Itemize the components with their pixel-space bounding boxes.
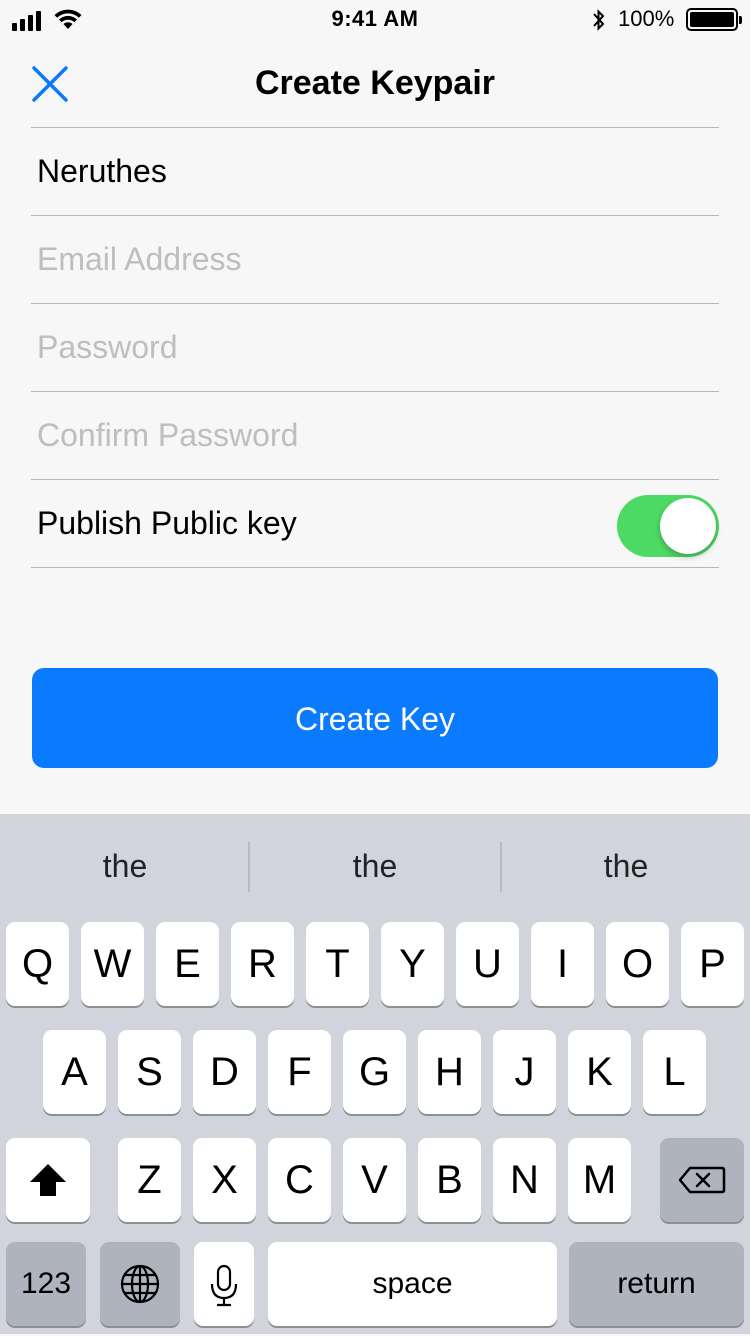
key-r[interactable]: R (231, 922, 294, 1006)
shift-key[interactable] (6, 1138, 90, 1222)
name-row (31, 127, 719, 215)
space-key[interactable]: space (268, 1242, 557, 1326)
publish-label: Publish Public key (37, 505, 297, 541)
email-row (31, 215, 719, 303)
bluetooth-icon (593, 9, 605, 31)
backspace-icon (678, 1166, 726, 1194)
suggestion-item[interactable]: the (502, 814, 750, 918)
page-title: Create Keypair (254, 64, 495, 102)
key-m[interactable]: M (568, 1138, 631, 1222)
key-q[interactable]: Q (6, 922, 69, 1006)
name-field[interactable] (31, 153, 719, 190)
key-v[interactable]: V (343, 1138, 406, 1222)
password-row (31, 303, 719, 391)
shift-icon (30, 1164, 66, 1196)
key-d[interactable]: D (193, 1030, 256, 1114)
key-c[interactable]: C (268, 1138, 331, 1222)
numbers-key[interactable]: 123 (6, 1242, 86, 1326)
key-l[interactable]: L (643, 1030, 706, 1114)
key-o[interactable]: O (606, 922, 669, 1006)
key-w[interactable]: W (81, 922, 144, 1006)
key-z[interactable]: Z (118, 1138, 181, 1222)
key-s[interactable]: S (118, 1030, 181, 1114)
status-bar: 9:41 AM 100% (0, 0, 750, 40)
keypair-form: Publish Public key (31, 127, 719, 568)
key-t[interactable]: T (306, 922, 369, 1006)
password-field[interactable] (31, 329, 719, 366)
suggestion-bar: the the the (0, 814, 750, 918)
key-a[interactable]: A (43, 1030, 106, 1114)
key-y[interactable]: Y (381, 922, 444, 1006)
create-key-button[interactable]: Create Key (32, 668, 718, 768)
email-field[interactable] (31, 241, 719, 278)
key-f[interactable]: F (268, 1030, 331, 1114)
keyboard: the the the Q W E R T Y U I O P A S D F … (0, 814, 750, 1334)
key-j[interactable]: J (493, 1030, 556, 1114)
delete-key[interactable] (660, 1138, 744, 1222)
publish-row: Publish Public key (31, 479, 719, 568)
globe-key[interactable] (100, 1242, 180, 1326)
confirm-password-row (31, 391, 719, 479)
key-k[interactable]: K (568, 1030, 631, 1114)
battery-icon (686, 8, 742, 31)
key-h[interactable]: H (418, 1030, 481, 1114)
microphone-icon (210, 1264, 238, 1307)
nav-bar: Create Keypair (0, 40, 750, 128)
suggestion-item[interactable]: the (250, 814, 500, 918)
key-b[interactable]: B (418, 1138, 481, 1222)
suggestion-item[interactable]: the (0, 814, 250, 918)
key-e[interactable]: E (156, 922, 219, 1006)
microphone-key[interactable] (194, 1242, 254, 1326)
key-i[interactable]: I (531, 922, 594, 1006)
globe-icon (120, 1264, 160, 1304)
publish-toggle[interactable] (617, 495, 719, 557)
key-g[interactable]: G (343, 1030, 406, 1114)
confirm-password-field[interactable] (31, 417, 719, 454)
battery-percent: 100% (618, 6, 675, 31)
key-p[interactable]: P (681, 922, 744, 1006)
key-u[interactable]: U (456, 922, 519, 1006)
key-x[interactable]: X (193, 1138, 256, 1222)
key-n[interactable]: N (493, 1138, 556, 1222)
return-key[interactable]: return (569, 1242, 744, 1326)
toggle-knob (660, 498, 716, 554)
